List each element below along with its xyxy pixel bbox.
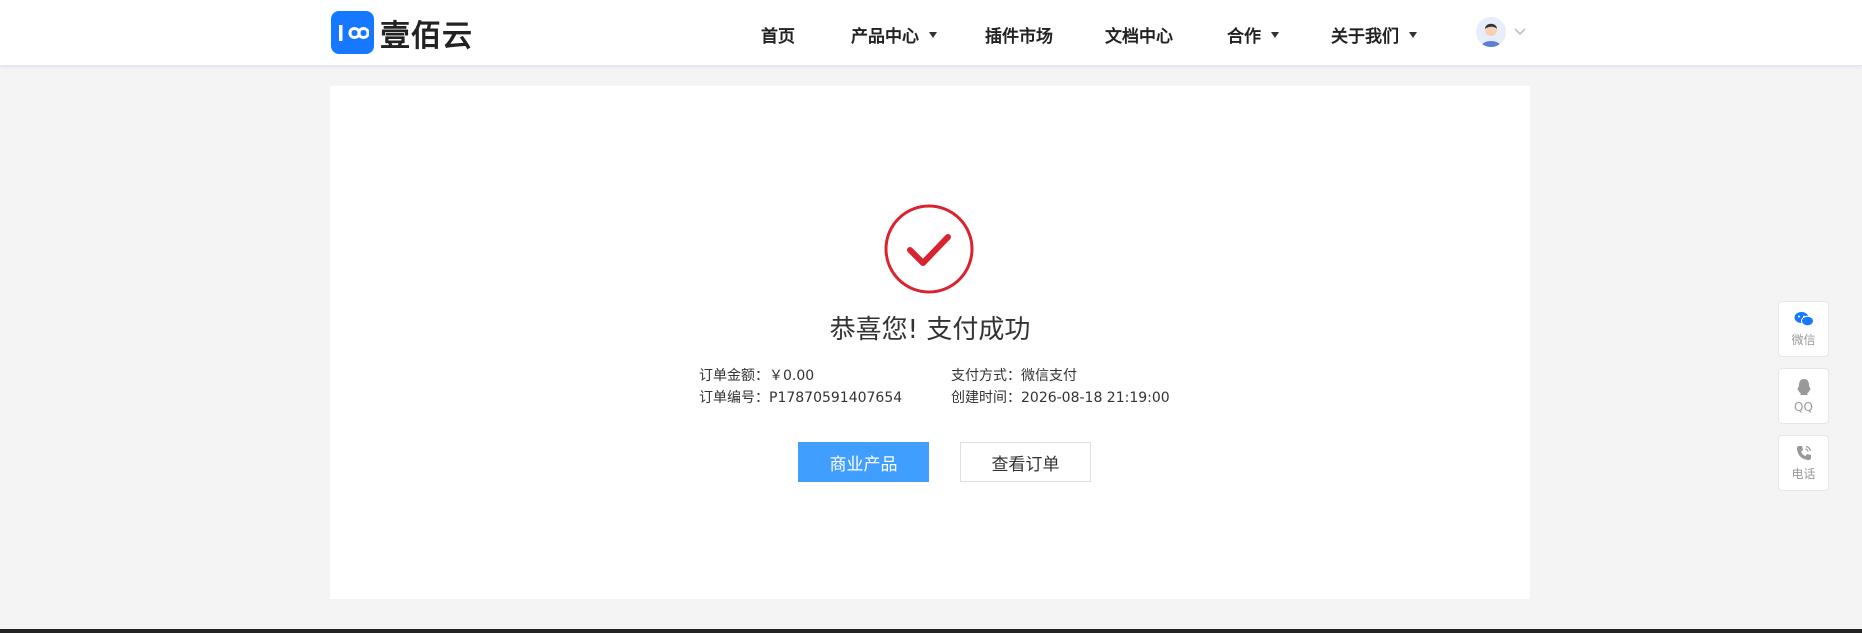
view-order-button[interactable]: 查看订单 [960, 442, 1091, 482]
order-number-label: 订单编号： [699, 390, 769, 406]
nav-item-label: 合作 [1227, 27, 1261, 47]
top-header: 壹佰云 首页 产品中心 插件市场 文档中心 合作 关于我们 [0, 0, 1862, 66]
order-amount-row: 订单金额：￥0.00 [699, 365, 902, 387]
order-amount-value: ￥0.00 [769, 368, 815, 384]
phone-label: 电话 [1791, 466, 1816, 481]
qq-contact-button[interactable]: QQ [1778, 368, 1829, 424]
created-time-value: 2026-08-18 21:19:00 [1021, 390, 1170, 406]
avatar [1476, 17, 1506, 47]
nav-item-label: 产品中心 [851, 27, 919, 47]
user-menu[interactable] [1476, 17, 1526, 47]
pay-method-value: 微信支付 [1021, 368, 1077, 384]
qq-label: QQ [1794, 400, 1813, 414]
caret-down-icon [1409, 31, 1417, 38]
phone-icon [1796, 445, 1811, 460]
nav-item-label: 首页 [761, 27, 795, 47]
nav-item-home[interactable]: 首页 [761, 22, 795, 47]
main-nav: 首页 产品中心 插件市场 文档中心 合作 关于我们 [0, 0, 1862, 66]
nav-item-about[interactable]: 关于我们 [1331, 22, 1417, 47]
nav-item-label: 关于我们 [1331, 27, 1399, 47]
order-info-left: 订单金额：￥0.00 订单编号：P17870591407654 [699, 365, 902, 409]
chevron-down-icon [1514, 28, 1526, 36]
nav-item-products[interactable]: 产品中心 [851, 22, 937, 47]
qq-icon [1797, 379, 1810, 395]
caret-down-icon [929, 31, 937, 38]
phone-contact-button[interactable]: 电话 [1778, 435, 1829, 491]
order-amount-label: 订单金额： [699, 368, 769, 384]
pay-method-label: 支付方式： [951, 368, 1021, 384]
wechat-label: 微信 [1791, 332, 1816, 347]
nav-item-docs[interactable]: 文档中心 [1105, 22, 1173, 47]
caret-down-icon [1271, 31, 1279, 38]
nav-item-plugin-market[interactable]: 插件市场 [985, 22, 1053, 47]
order-number-value: P17870591407654 [769, 390, 903, 406]
success-check-icon [884, 204, 974, 294]
business-products-button[interactable]: 商业产品 [798, 442, 929, 482]
wechat-icon [1794, 311, 1814, 326]
payment-result-card: 恭喜您! 支付成功 订单金额：￥0.00 订单编号：P1787059140765… [330, 86, 1530, 599]
nav-item-label: 文档中心 [1105, 27, 1173, 47]
order-info-right: 支付方式：微信支付 创建时间：2026-08-18 21:19:00 [951, 365, 1170, 409]
success-title: 恭喜您! 支付成功 [829, 315, 1031, 345]
created-time-label: 创建时间： [951, 390, 1021, 406]
wechat-contact-button[interactable]: 微信 [1778, 301, 1829, 357]
nav-item-cooperation[interactable]: 合作 [1227, 22, 1279, 47]
order-number-row: 订单编号：P17870591407654 [699, 387, 902, 409]
footer-edge [0, 629, 1862, 633]
nav-item-label: 插件市场 [985, 27, 1053, 47]
pay-method-row: 支付方式：微信支付 [951, 365, 1170, 387]
created-time-row: 创建时间：2026-08-18 21:19:00 [951, 387, 1170, 409]
